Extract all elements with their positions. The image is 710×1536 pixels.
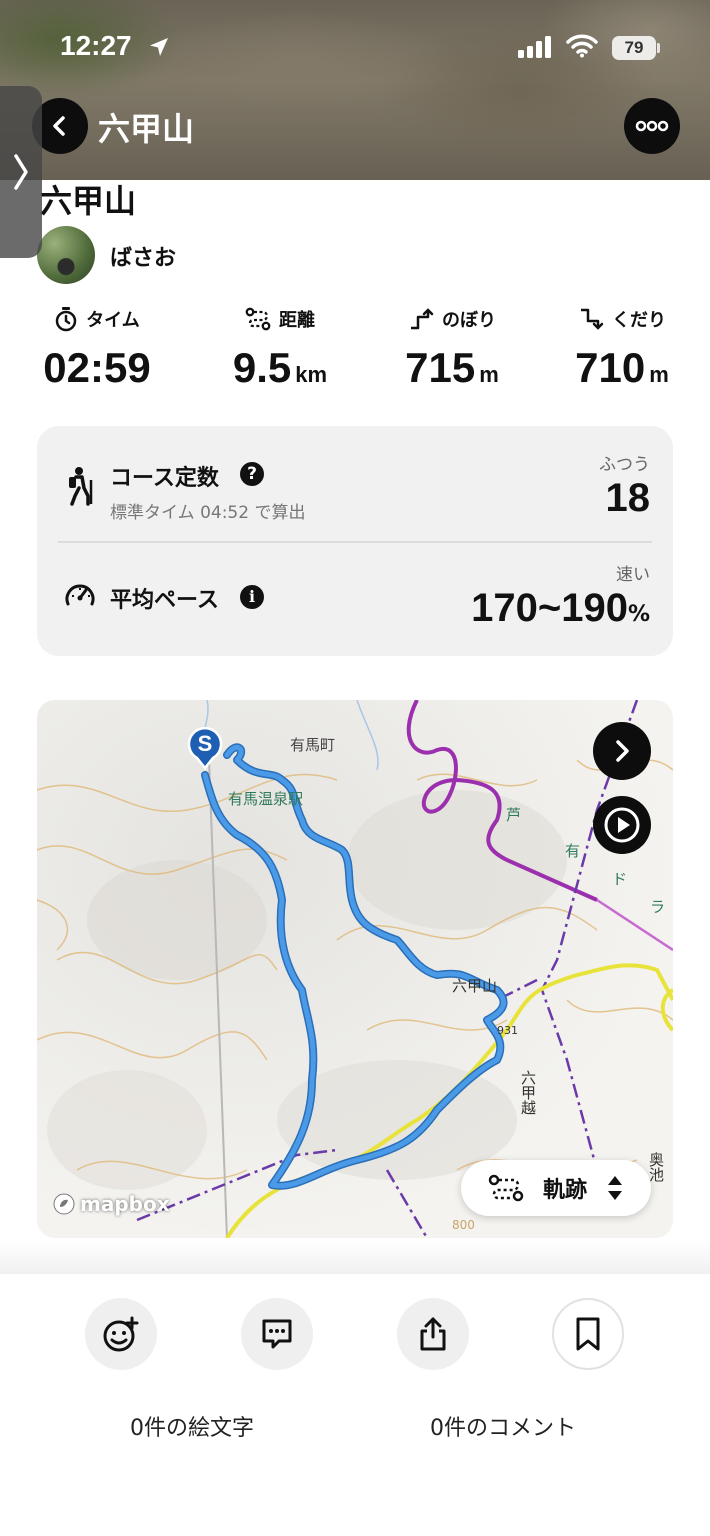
comment-icon — [262, 1319, 292, 1349]
nav-title: 六甲山 — [98, 110, 195, 148]
add-emoji-button[interactable] — [85, 1298, 157, 1370]
comment-count[interactable]: 0件のコメント — [430, 1410, 576, 1442]
track-mode-select[interactable]: 軌跡 — [461, 1160, 651, 1216]
stat-descent-unit: m — [649, 362, 669, 387]
battery-cap — [657, 43, 660, 53]
chevron-left-icon — [53, 116, 65, 136]
chevron-right-icon — [616, 740, 629, 762]
map-label-drive-1: 芦 — [506, 806, 522, 824]
chevron-right-icon — [14, 154, 28, 190]
course-constant-sub: 標準タイム 04:52 で算出 — [110, 503, 306, 523]
stat-ascent-label: のぼり — [442, 310, 496, 331]
stat-descent: くだり 710 m — [537, 306, 707, 392]
stat-ascent-value: 715 — [405, 344, 476, 391]
share-button[interactable] — [397, 1298, 469, 1370]
average-pace-rating: 速い — [616, 565, 650, 585]
activity-title: 六甲山 — [40, 182, 137, 220]
map-label-station: 有馬温泉駅 — [228, 790, 304, 808]
course-constant-label: コース定数 — [110, 466, 219, 491]
more-options-button[interactable] — [624, 98, 680, 154]
user-avatar[interactable] — [37, 226, 95, 284]
info-icon[interactable]: i — [240, 585, 264, 609]
emoji-count[interactable]: 0件の絵文字 — [130, 1410, 254, 1442]
route-icon — [489, 1174, 524, 1202]
average-pace-value-group: 170~190% — [471, 586, 650, 631]
help-icon[interactable]: ? — [240, 462, 264, 486]
speedometer-icon — [65, 584, 95, 606]
route-map[interactable] — [37, 700, 673, 1238]
bookmark-button[interactable] — [552, 1298, 624, 1370]
play-icon — [604, 807, 640, 843]
average-pace-unit: % — [627, 602, 650, 627]
sort-arrows-icon — [607, 1176, 622, 1200]
battery-indicator: 79 — [612, 36, 656, 60]
location-arrow-icon — [150, 38, 168, 56]
map-label-pass: 六甲越 — [519, 1070, 537, 1115]
map-play-button[interactable] — [593, 796, 651, 854]
stat-time-label: タイム — [86, 310, 140, 331]
stat-ascent: のぼり 715 m — [367, 306, 537, 392]
map-label-peak: 六甲山 — [452, 977, 498, 995]
stat-descent-label: くだり — [612, 310, 666, 331]
mapbox-label: mapbox — [80, 1192, 170, 1216]
stopwatch-icon — [55, 307, 77, 332]
course-constant-value: 18 — [605, 476, 651, 520]
map-label-elevation: 800 — [452, 1218, 475, 1232]
stat-descent-value: 710 — [575, 344, 646, 391]
route-icon — [245, 307, 271, 331]
stat-distance-label: 距離 — [279, 310, 315, 331]
average-pace-label: 平均ペース — [110, 588, 219, 613]
wifi-icon — [566, 34, 598, 58]
map-canvas — [37, 700, 673, 1238]
stat-distance: 距離 9.5 km — [195, 306, 365, 392]
stat-time: タイム 02:59 — [12, 306, 182, 392]
side-panel-handle[interactable] — [0, 86, 42, 258]
comment-button[interactable] — [241, 1298, 313, 1370]
mapbox-logo-icon — [53, 1193, 75, 1215]
share-icon — [420, 1317, 446, 1351]
ellipsis-icon — [635, 120, 669, 132]
emoji-add-icon — [103, 1316, 139, 1352]
bottom-bar-shadow — [0, 1240, 710, 1274]
card-divider — [58, 541, 652, 543]
hiker-icon — [69, 467, 93, 506]
signal-icon — [518, 36, 551, 58]
map-label-drive-2: 有 — [565, 842, 581, 860]
track-mode-label: 軌跡 — [542, 1178, 587, 1203]
course-constant-rating: ふつう — [599, 455, 650, 475]
map-label-town: 有馬町 — [290, 736, 336, 754]
ascent-icon — [411, 308, 434, 330]
map-label-drive-3: ド — [612, 870, 628, 888]
map-label-pass-code: 931 — [497, 1024, 518, 1037]
map-label-drive-4: ラ — [650, 898, 666, 916]
stat-distance-unit: km — [295, 362, 328, 387]
start-marker-label: S — [197, 731, 213, 756]
descent-icon — [581, 308, 604, 330]
stat-distance-value: 9.5 — [232, 344, 292, 391]
mapbox-attribution: mapbox — [52, 1192, 170, 1216]
stat-time-value: 02:59 — [43, 344, 151, 391]
bookmark-icon — [576, 1317, 600, 1351]
map-expand-button[interactable] — [593, 722, 651, 780]
header-photo-overlay — [0, 0, 710, 180]
average-pace-value: 170~190 — [471, 586, 628, 630]
user-name[interactable]: ばさお — [110, 240, 176, 272]
status-time: 12:27 — [60, 30, 132, 61]
stat-ascent-unit: m — [479, 362, 499, 387]
